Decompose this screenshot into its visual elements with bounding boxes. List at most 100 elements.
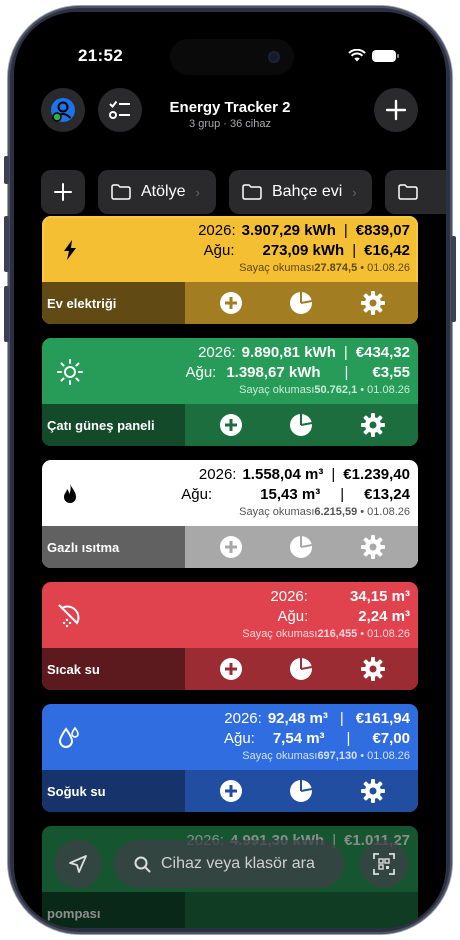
- meter-label: Sayaç okuması: [239, 262, 315, 274]
- camera-icon: [268, 51, 280, 63]
- meter-label: Sayaç okuması: [242, 628, 318, 640]
- status-time: 21:52: [78, 46, 123, 65]
- checklist-icon: [109, 100, 130, 119]
- add-reading-icon[interactable]: [218, 412, 244, 438]
- folder-label: Bahçe evi: [272, 183, 343, 200]
- net-usage: 15,43 m³: [260, 486, 321, 503]
- meter-date: • 01.08.26: [357, 628, 410, 640]
- search-icon: [134, 856, 151, 872]
- device-card-sicak-su[interactable]: 2026: 34,15 m³ Ağu: 2,24 m³ Sayaç okuması2…: [42, 582, 418, 690]
- sun-icon: [57, 359, 83, 385]
- net-usage: 1.398,67 kWh: [226, 364, 321, 381]
- meter-label: Sayaç okuması: [239, 506, 315, 518]
- meter-value: 6.215,59: [314, 506, 358, 518]
- folder-partial[interactable]: [385, 170, 446, 214]
- add-reading-icon[interactable]: [218, 656, 244, 682]
- gear-icon[interactable]: [360, 534, 386, 560]
- net-label: Ağu:: [185, 364, 217, 381]
- folder-row: Atölye › Bahçe evi ›: [14, 170, 446, 214]
- battery-icon: [372, 49, 399, 62]
- add-reading-icon[interactable]: [218, 778, 244, 804]
- device-card-ev-elektrigi[interactable]: 2026: 3.907,29 kWh | €839,07 Ağu: 273,09 kWh…: [42, 216, 418, 324]
- device-card-soguk-su[interactable]: 2026: 92,48 m³ | €161,94 Ağu: 7,54 m³ | €7,00 …: [42, 704, 418, 812]
- tasks-button[interactable]: [98, 88, 142, 132]
- meter-value: 216,455: [317, 628, 358, 640]
- year-cost: €839,07: [355, 222, 410, 239]
- status-bar: 21:52: [14, 12, 446, 75]
- card-actions: Gazlı ısıtma: [42, 526, 418, 568]
- dynamic-island: [170, 39, 294, 75]
- power-button: [451, 236, 456, 322]
- year-row: 2026: 92,48 m³ | €161,94: [224, 710, 410, 727]
- folder-bahce-evi[interactable]: Bahçe evi ›: [229, 170, 372, 214]
- meter-date: • 01.08.26: [357, 750, 410, 762]
- net-row: Ağu: 1.398,67 kWh | €3,55: [185, 364, 410, 381]
- add-folder-button[interactable]: [41, 170, 85, 214]
- pie-chart-icon[interactable]: [288, 778, 314, 804]
- action-button: [4, 156, 9, 184]
- wifi-icon: [348, 49, 366, 62]
- gear-icon[interactable]: [360, 290, 386, 316]
- device-card-gazli-isitma[interactable]: 2026: 1.558,04 m³ | €1.239,40 Ağu: 15,43 m³ |…: [42, 460, 418, 568]
- net-label: Ağu:: [277, 608, 309, 625]
- card-summary: 2026: 3.907,29 kWh | €839,07 Ağu: 273,09 kWh…: [42, 216, 418, 282]
- status-icons: [348, 49, 399, 62]
- net-usage: 7,54 m³: [272, 730, 325, 747]
- pie-chart-icon[interactable]: [288, 290, 314, 316]
- gear-icon[interactable]: [360, 656, 386, 682]
- app-header: Energy Tracker 2 3 grup · 36 cihaz: [144, 99, 316, 130]
- year-label: 2026:: [224, 710, 262, 727]
- net-row: Ağu: 2,24 m³: [277, 608, 410, 625]
- chevron-right-icon: ›: [195, 184, 200, 200]
- card-summary: 2026: 9.890,81 kWh | €434,32 Ağu: 1.398,67 k…: [42, 338, 418, 404]
- app-title: Energy Tracker 2: [169, 99, 291, 116]
- year-usage: 1.558,04 m³: [242, 466, 324, 483]
- add-reading-icon[interactable]: [218, 290, 244, 316]
- card-actions: Çatı güneş paneli: [42, 404, 418, 446]
- search-input[interactable]: Cihaz veya klasör ara: [114, 840, 344, 888]
- card-actions: Sıcak su: [42, 648, 418, 690]
- folder-atolye[interactable]: Atölye ›: [98, 170, 216, 214]
- shower-icon: [58, 604, 80, 628]
- pie-chart-icon[interactable]: [288, 656, 314, 682]
- pie-chart-icon[interactable]: [288, 534, 314, 560]
- bottom-bar: Cihaz veya klasör ara: [14, 834, 446, 904]
- net-cost: €3,55: [372, 364, 410, 381]
- card-summary: 2026: 1.558,04 m³ | €1.239,40 Ağu: 15,43 m³ |…: [42, 460, 418, 526]
- chevron-right-icon: ›: [352, 184, 357, 200]
- year-cost: €161,94: [355, 710, 410, 727]
- flame-icon: [64, 483, 76, 503]
- folder-icon: [398, 184, 418, 200]
- meter-row: Sayaç okuması50.762,1 • 01.08.26: [239, 384, 410, 396]
- card-summary: 2026: 92,48 m³ | €161,94 Ağu: 7,54 m³ | €7,00 …: [42, 704, 418, 770]
- gear-icon[interactable]: [360, 778, 386, 804]
- meter-row: Sayaç okuması216,455 • 01.08.26: [242, 628, 410, 640]
- year-row: 2026: 9.890,81 kWh | €434,32: [198, 344, 410, 361]
- meter-date: • 01.08.26: [357, 384, 410, 396]
- year-row: 2026: 1.558,04 m³ | €1.239,40: [198, 466, 410, 483]
- net-row: Ağu: 7,54 m³ | €7,00: [223, 730, 410, 747]
- year-cost: €434,32: [355, 344, 410, 361]
- net-row: Ağu: 273,09 kWh | €16,42: [203, 242, 410, 259]
- gear-icon[interactable]: [360, 412, 386, 438]
- net-cost: €16,42: [364, 242, 410, 259]
- meter-date: • 01.08.26: [357, 262, 410, 274]
- year-label: 2026:: [198, 466, 237, 483]
- search-placeholder: Cihaz veya klasör ara: [161, 855, 315, 872]
- device-name: Ev elektriği: [42, 282, 185, 324]
- year-row: 2026: 34,15 m³: [270, 588, 410, 605]
- add-reading-icon[interactable]: [218, 534, 244, 560]
- year-usage: 34,15 m³: [349, 588, 410, 605]
- net-row: Ağu: 15,43 m³ | €13,24: [181, 486, 410, 503]
- profile-button[interactable]: [41, 88, 85, 132]
- year-label: 2026:: [270, 588, 308, 605]
- location-arrow-icon: [69, 855, 87, 873]
- device-name: Çatı güneş paneli: [42, 404, 185, 446]
- device-card-cati-gunes-paneli[interactable]: 2026: 9.890,81 kWh | €434,32 Ağu: 1.398,67 k…: [42, 338, 418, 446]
- qr-scan-button[interactable]: [360, 840, 408, 888]
- screen: 21:52 Energy Tracker 2 3 grup · 36 cihaz…: [14, 12, 446, 928]
- pie-chart-icon[interactable]: [288, 412, 314, 438]
- add-button[interactable]: [374, 88, 418, 132]
- location-button[interactable]: [54, 840, 102, 888]
- volume-down-button: [4, 286, 9, 342]
